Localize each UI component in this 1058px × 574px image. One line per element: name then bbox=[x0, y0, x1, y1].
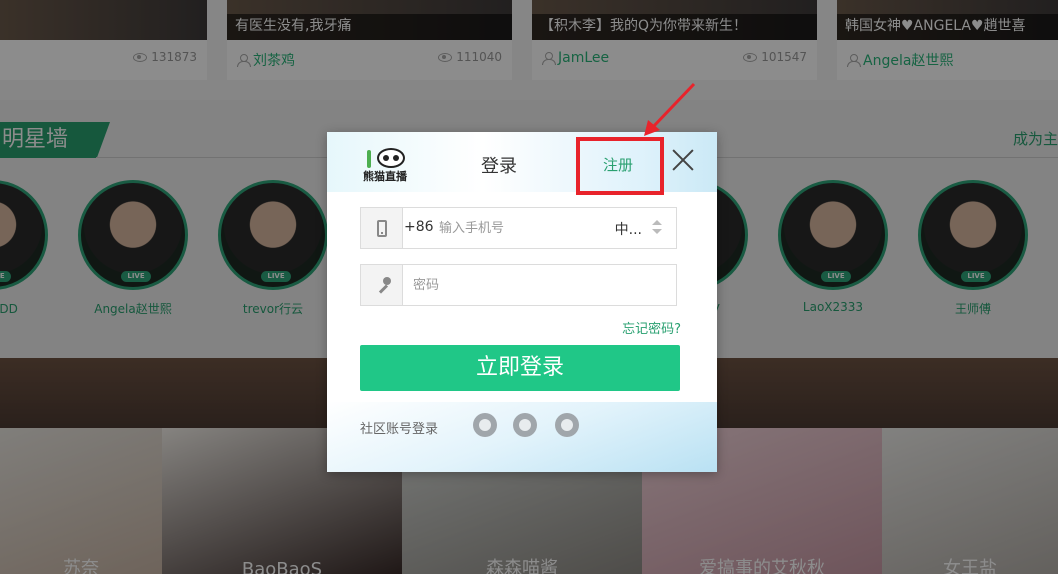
panda-icon bbox=[377, 148, 405, 168]
forgot-password-link[interactable]: 忘记密码? bbox=[622, 318, 681, 337]
region-select[interactable]: 中... bbox=[615, 219, 642, 239]
key-icon-box bbox=[361, 265, 403, 305]
panda-tv-logo: 熊猫直播 bbox=[363, 148, 415, 183]
weibo-icon[interactable] bbox=[555, 413, 579, 437]
social-login-label: 社区账号登录 bbox=[360, 422, 439, 437]
country-code[interactable]: +86 bbox=[404, 219, 434, 235]
logo-text: 熊猫直播 bbox=[363, 170, 407, 183]
close-icon[interactable] bbox=[671, 148, 695, 172]
bamboo-icon bbox=[367, 150, 371, 168]
chevron-updown-icon[interactable] bbox=[652, 220, 662, 236]
phone-icon-box bbox=[361, 208, 403, 248]
qq-icon[interactable] bbox=[473, 413, 497, 437]
password-field bbox=[360, 264, 677, 306]
red-arrow-icon bbox=[644, 82, 696, 136]
phone-icon bbox=[377, 220, 387, 237]
tab-login[interactable]: 登录 bbox=[481, 152, 517, 178]
login-button[interactable]: 立即登录 bbox=[360, 345, 680, 391]
wechat-icon[interactable] bbox=[513, 413, 537, 437]
register-highlight-box bbox=[576, 137, 664, 195]
key-icon bbox=[375, 277, 391, 293]
password-input[interactable] bbox=[413, 271, 653, 299]
phone-field: +86 中... bbox=[360, 207, 677, 249]
phone-input[interactable] bbox=[439, 214, 599, 242]
